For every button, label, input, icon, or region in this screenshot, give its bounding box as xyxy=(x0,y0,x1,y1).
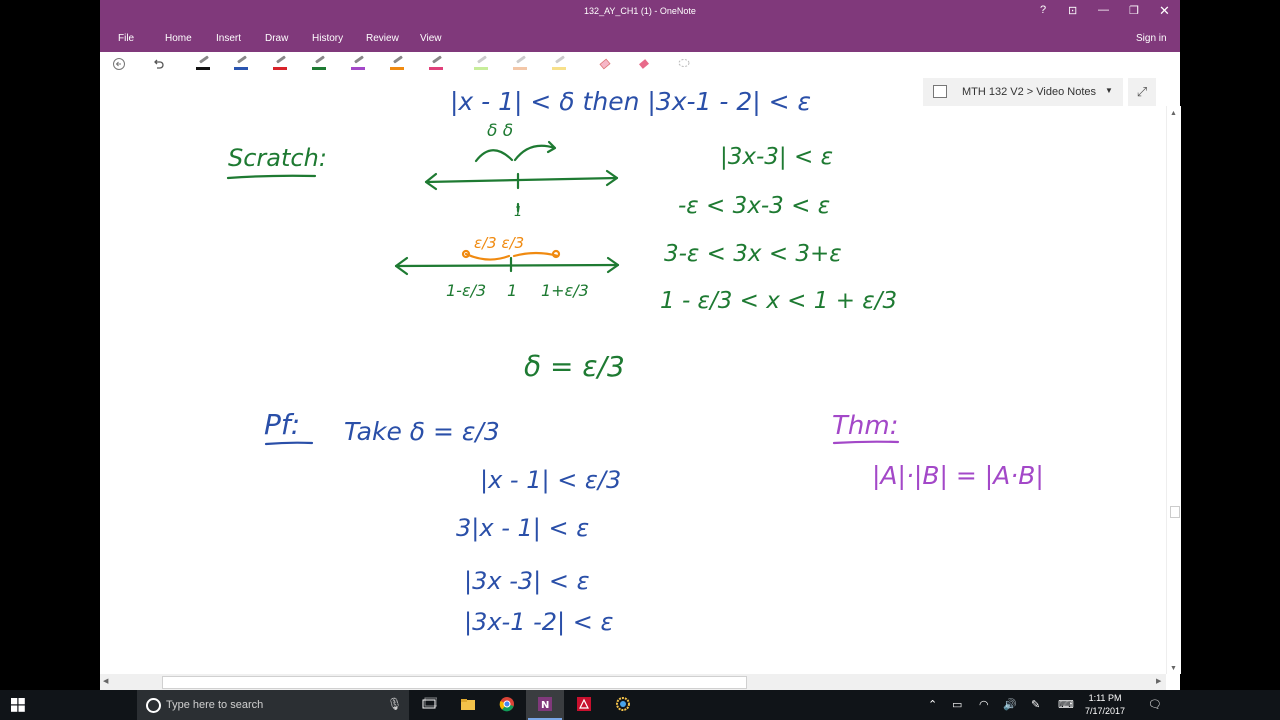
vertical-scrollbar[interactable]: ▲ ▼ xyxy=(1166,106,1181,674)
delta-arc-right xyxy=(513,140,557,162)
close-button[interactable]: ✕ xyxy=(1159,3,1170,19)
pen-swatch[interactable] xyxy=(234,55,250,72)
taskbar-search-box[interactable]: Type here to search 🎙 xyxy=(137,690,409,720)
draw-toolbar xyxy=(100,52,1180,78)
taskbar-clock[interactable]: 1:11 PM 7/17/2017 xyxy=(1085,692,1125,718)
acrobat-icon[interactable] xyxy=(565,690,603,720)
wifi-icon[interactable]: ◠ xyxy=(979,698,989,711)
pen-workspace-icon[interactable]: ✎ xyxy=(1031,698,1040,711)
help-button[interactable]: ? xyxy=(1040,4,1046,16)
ink-delta-arcs: δ δ xyxy=(487,121,513,141)
action-center-icon[interactable]: 🗨 xyxy=(1148,698,1162,711)
window-title: 132_AY_CH1 (1) - OneNote xyxy=(584,6,696,16)
ink-proof-step-1: |x - 1| < ε/3 xyxy=(480,466,621,494)
pen-swatch[interactable] xyxy=(196,55,212,72)
ink-epsilon-arcs: ε/3 ε/3 xyxy=(474,234,524,252)
back-icon[interactable] xyxy=(112,57,126,71)
battery-icon[interactable]: ▭ xyxy=(952,698,962,711)
ribbon-display-button[interactable]: ⊡ xyxy=(1068,4,1077,17)
ink-delta-result: δ = ε/3 xyxy=(524,350,625,383)
pen-swatch[interactable] xyxy=(552,55,568,72)
ink-scratch-label: Scratch: xyxy=(228,144,327,172)
sign-in-link[interactable]: Sign in xyxy=(1136,33,1167,44)
pen-swatch[interactable] xyxy=(429,55,445,72)
ribbon-tabs: File Home Insert Draw History Review Vie… xyxy=(100,26,1180,52)
file-explorer-icon[interactable] xyxy=(449,690,487,720)
ink-proof-take: Take δ = ε/3 xyxy=(344,417,500,446)
ink-header: |x - 1| < δ then |3x-1 - 2| < ε xyxy=(450,87,811,116)
vertical-scroll-thumb[interactable] xyxy=(1170,506,1180,518)
maximize-button[interactable]: ❐ xyxy=(1129,4,1139,17)
tab-file[interactable]: File xyxy=(118,33,134,44)
tab-home[interactable]: Home xyxy=(165,33,192,44)
tab-history[interactable]: History xyxy=(312,33,343,44)
tab-review[interactable]: Review xyxy=(366,33,399,44)
scroll-right-icon[interactable]: ▶ xyxy=(1156,677,1161,685)
windows-taskbar: Type here to search 🎙 N ⌃ ▭ ◠ 🔊 ✎ ⌨ 1:11… xyxy=(0,690,1280,720)
pen-swatch[interactable] xyxy=(390,55,406,72)
pen-swatch[interactable] xyxy=(273,55,289,72)
onenote-window: 132_AY_CH1 (1) - OneNote ? ⊡ — ❐ ✕ File … xyxy=(100,0,1181,690)
eraser-icon[interactable] xyxy=(598,57,612,71)
note-canvas[interactable]: |x - 1| < δ then |3x-1 - 2| < ε Scratch:… xyxy=(100,78,1166,674)
ink-line-label-center: 1 xyxy=(507,281,517,300)
open-endpoint-right xyxy=(551,249,561,259)
ink-proof-step-2: 3|x - 1| < ε xyxy=(456,514,589,542)
lasso-icon[interactable] xyxy=(677,57,691,71)
ink-proof-step-3: |3x -3| < ε xyxy=(464,567,590,595)
ink-proof-step-4: |3x-1 -2| < ε xyxy=(464,608,614,636)
microphone-icon[interactable]: 🎙 xyxy=(387,697,402,711)
number-line-bottom xyxy=(394,263,620,268)
pen-swatch[interactable] xyxy=(312,55,328,72)
delta-arc-left xyxy=(474,149,514,163)
pen-swatch[interactable] xyxy=(474,55,490,72)
horizontal-scrollbar[interactable]: ◀ ▶ xyxy=(100,674,1166,690)
thm-underline xyxy=(832,440,900,445)
pen-swatch[interactable] xyxy=(351,55,367,72)
ink-scratch-step-1: |3x-3| < ε xyxy=(720,144,833,170)
eraser-pink-icon[interactable] xyxy=(637,57,651,71)
ink-tick-one: 1 xyxy=(514,205,522,220)
ink-line-label-left: 1-ε/3 xyxy=(446,281,486,300)
scroll-up-icon[interactable]: ▲ xyxy=(1170,110,1177,117)
number-line-top xyxy=(424,176,619,184)
show-hidden-icons-icon[interactable]: ⌃ xyxy=(928,698,937,711)
tab-insert[interactable]: Insert xyxy=(216,33,241,44)
scroll-left-icon[interactable]: ◀ xyxy=(103,677,108,685)
windows-start-icon[interactable] xyxy=(11,698,25,712)
touch-keyboard-icon[interactable]: ⌨ xyxy=(1058,698,1074,711)
ink-scratch-step-2: -ε < 3x-3 < ε xyxy=(678,193,830,219)
scratch-underline xyxy=(226,174,317,180)
tab-view[interactable]: View xyxy=(420,33,442,44)
clock-date: 7/17/2017 xyxy=(1085,706,1126,716)
ink-scratch-step-4: 1 - ε/3 < x < 1 + ε/3 xyxy=(660,288,897,314)
ink-theorem-label: Thm: xyxy=(832,411,898,441)
ink-line-label-right: 1+ε/3 xyxy=(541,281,589,300)
onenote-icon[interactable]: N xyxy=(526,690,564,720)
horizontal-scroll-thumb[interactable] xyxy=(162,676,747,689)
ink-theorem-statement: |A|·|B| = |A·B| xyxy=(872,461,1044,490)
ink-proof-label: Pf: xyxy=(264,408,300,441)
clock-time: 1:11 PM xyxy=(1088,693,1122,703)
pf-underline xyxy=(264,441,314,446)
title-bar: 132_AY_CH1 (1) - OneNote ? ⊡ — ❐ ✕ xyxy=(100,0,1180,26)
pen-swatch[interactable] xyxy=(513,55,529,72)
chrome-icon[interactable] xyxy=(488,690,526,720)
undo-icon[interactable] xyxy=(151,57,165,71)
cortana-icon xyxy=(146,698,161,713)
minimize-button[interactable]: — xyxy=(1098,4,1109,16)
volume-icon[interactable]: 🔊 xyxy=(1003,698,1017,711)
search-placeholder: Type here to search xyxy=(166,699,264,711)
scroll-down-icon[interactable]: ▼ xyxy=(1170,665,1177,672)
ink-scratch-step-3: 3-ε < 3x < 3+ε xyxy=(664,241,842,267)
settings-app-icon[interactable] xyxy=(604,690,642,720)
tab-draw[interactable]: Draw xyxy=(265,33,288,44)
task-view-icon[interactable] xyxy=(410,690,448,720)
svg-text:N: N xyxy=(541,700,549,711)
